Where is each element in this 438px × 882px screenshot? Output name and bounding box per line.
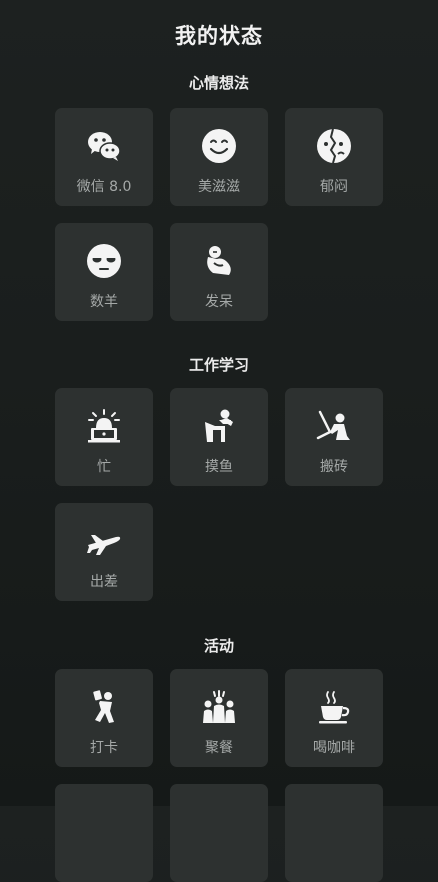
tile-label: 数羊 — [90, 294, 118, 310]
tile-label: 打卡 — [90, 740, 118, 756]
tile-label: 搬砖 — [320, 459, 348, 475]
tile-label: 微信 8.0 — [76, 179, 132, 195]
tile-label: 聚餐 — [205, 740, 233, 756]
page-title: 我的状态 — [175, 24, 263, 48]
daydream-icon — [207, 246, 231, 275]
sleepy-face-icon — [87, 244, 121, 278]
wechat-icon — [88, 132, 121, 161]
status-tile-busy[interactable]: 忙 — [55, 388, 153, 486]
tile-label: 摸鱼 — [205, 459, 233, 475]
status-tile-business-trip[interactable]: 出差 — [55, 503, 153, 601]
depressed-face-icon — [317, 128, 351, 164]
status-tile-daydream[interactable]: 发呆 — [170, 223, 268, 321]
tile-label: 忙 — [97, 459, 111, 475]
working-person-icon — [316, 410, 350, 440]
smile-face-icon — [202, 129, 236, 163]
coffee-cup-icon — [319, 691, 350, 724]
tile-label: 出差 — [90, 574, 118, 590]
status-tile-group-dinner[interactable]: 聚餐 — [170, 669, 268, 767]
status-tile-partial[interactable] — [170, 784, 268, 882]
status-tile-depressed[interactable]: 郁闷 — [285, 108, 383, 206]
section-title-activities: 活动 — [203, 637, 234, 655]
status-tile-slacking[interactable]: 摸鱼 — [170, 388, 268, 486]
status-tile-wechat[interactable]: 微信 8.0 — [55, 108, 153, 206]
status-tile-counting-sheep[interactable]: 数羊 — [55, 223, 153, 321]
check-in-person-icon — [93, 690, 114, 723]
airplane-icon — [87, 535, 121, 555]
status-tile-hard-work[interactable]: 搬砖 — [285, 388, 383, 486]
status-tile-partial[interactable] — [285, 784, 383, 882]
status-tile-partial[interactable] — [55, 784, 153, 882]
status-tile-coffee[interactable]: 喝咖啡 — [285, 669, 383, 767]
status-tile-check-in[interactable]: 打卡 — [55, 669, 153, 767]
tile-label: 美滋滋 — [198, 179, 240, 195]
tile-label: 郁闷 — [320, 179, 348, 195]
slacking-off-icon — [205, 409, 233, 442]
tile-label: 发呆 — [205, 294, 233, 310]
alarm-laptop-icon — [88, 409, 120, 443]
group-dinner-icon — [203, 690, 235, 723]
tile-label: 喝咖啡 — [313, 740, 355, 756]
section-title-work: 工作学习 — [188, 356, 249, 374]
status-tile-happy[interactable]: 美滋滋 — [170, 108, 268, 206]
section-title-mood: 心情想法 — [188, 74, 249, 92]
